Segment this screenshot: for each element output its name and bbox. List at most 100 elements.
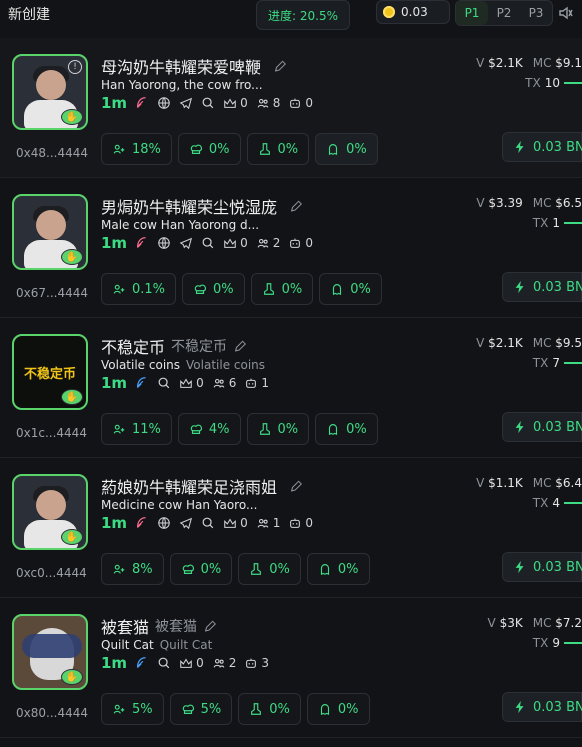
metric-value: 0% [269, 701, 290, 717]
globe-icon[interactable] [157, 96, 171, 110]
telegram-icon[interactable] [179, 96, 193, 110]
token-name[interactable]: 男焗奶牛韩耀荣尘悦湿庞 [101, 194, 277, 218]
telegram-icon[interactable] [179, 236, 193, 250]
globe-icon[interactable] [157, 236, 171, 250]
metric-snipers[interactable]: 0% [238, 553, 301, 585]
token-row[interactable]: ✋ 0x67...4444 男焗奶牛韩耀荣尘悦湿庞 Male cow Han Y… [0, 178, 582, 318]
token-desc: Male cow Han Yaorong d... [101, 218, 260, 232]
token-row[interactable]: ! ✋ 0x48...4444 母沟奶牛韩耀荣爱啤鞭 Han Yaorong, … [0, 38, 582, 178]
edit-icon[interactable] [289, 479, 303, 493]
feather-icon[interactable] [135, 236, 149, 250]
count-a: 0 [223, 516, 248, 530]
count-a: 0 [179, 656, 204, 670]
metric-value: 0% [277, 421, 299, 437]
quick-buy-button[interactable]: 0.03 BNB [502, 412, 582, 442]
metric-snipers[interactable]: 0% [246, 413, 310, 445]
metric-dev[interactable]: 0% [169, 553, 233, 585]
telegram-icon[interactable] [179, 516, 193, 530]
search-icon[interactable] [157, 656, 171, 670]
metric-dev[interactable]: 5% [169, 693, 233, 725]
balance-pill[interactable]: 0.03 [376, 0, 450, 24]
token-name[interactable]: 葯娘奶牛韩耀荣足浇雨姐 [101, 474, 277, 498]
metric-snipers[interactable]: 0% [246, 133, 310, 165]
metric-bundle[interactable]: 0% [315, 413, 378, 445]
page-tab-p1[interactable]: P1 [456, 1, 488, 25]
metric-bundle[interactable]: 0% [306, 693, 370, 725]
feather-icon[interactable] [135, 376, 149, 390]
globe-icon[interactable] [157, 516, 171, 530]
metric-holders[interactable]: 11% [101, 413, 172, 445]
holders-icon [112, 282, 126, 296]
token-avatar[interactable]: ✋ [12, 474, 88, 550]
metric-holders[interactable]: 18% [101, 133, 172, 165]
token-name[interactable]: 被套猫 [101, 614, 149, 638]
token-avatar[interactable]: ✋ [12, 194, 88, 270]
search-icon[interactable] [157, 376, 171, 390]
token-name[interactable]: 母沟奶牛韩耀荣爱啤鞭 [101, 54, 261, 78]
token-avatar[interactable]: ✋ [12, 614, 88, 690]
metric-dev[interactable]: 0% [182, 273, 245, 305]
token-name[interactable]: 不稳定币 [101, 334, 165, 358]
progress-pill[interactable]: 进度: 20.5% [256, 0, 350, 30]
edit-icon[interactable] [289, 199, 303, 213]
token-address[interactable]: 0xc0...4444 [16, 566, 87, 580]
metric-value: 0% [269, 561, 290, 577]
token-row[interactable]: ✋ 0x80...4444 被套猫 被套猫 Quilt Cat Quilt Ca… [0, 598, 582, 738]
token-metrics: 0.1% 0% 0% 0% [101, 273, 382, 305]
metric-snipers[interactable]: 0% [238, 693, 301, 725]
users-icon [256, 96, 270, 110]
token-row[interactable]: ✋ 0xc0...4444 葯娘奶牛韩耀荣足浇雨姐 Medicine cow H… [0, 458, 582, 598]
quick-buy-button[interactable]: 0.03 BNB [502, 132, 582, 162]
count-b: 2 [212, 656, 236, 670]
bolt-icon [513, 560, 527, 574]
hand-icon: ✋ [61, 669, 83, 685]
count-a-value: 0 [240, 96, 248, 110]
metric-value: 18% [132, 141, 161, 157]
token-address[interactable]: 0x1c...4444 [16, 426, 87, 440]
token-stats: V $3K MC $7.2 TX 9 [476, 616, 582, 650]
feather-icon[interactable] [135, 516, 149, 530]
feather-icon[interactable] [135, 656, 149, 670]
token-age: 1m [101, 234, 128, 252]
mute-icon[interactable] [558, 5, 574, 21]
page-tab-p3[interactable]: P3 [520, 1, 552, 25]
count-b-value: 8 [272, 96, 281, 110]
metric-snipers[interactable]: 0% [250, 273, 314, 305]
quick-buy-button[interactable]: 0.03 BNB [502, 552, 582, 582]
token-address[interactable]: 0x48...4444 [16, 146, 88, 160]
quick-buy-button[interactable]: 0.03 BNB [502, 692, 582, 722]
search-icon[interactable] [201, 96, 215, 110]
metric-holders[interactable]: 8% [101, 553, 164, 585]
boot-icon [262, 282, 276, 296]
token-address[interactable]: 0x67...4444 [16, 286, 88, 300]
token-age: 1m [101, 514, 128, 532]
page-tab-p2[interactable]: P2 [488, 1, 520, 25]
edit-icon[interactable] [233, 339, 247, 353]
boot-icon [249, 562, 263, 576]
feather-icon[interactable] [135, 96, 149, 110]
token-avatar[interactable]: 不稳定币 ✋ [12, 334, 88, 410]
metric-dev[interactable]: 0% [177, 133, 241, 165]
token-avatar[interactable]: ! ✋ [12, 54, 88, 130]
volume-marketcap: V $2.1K MC $9.1 [476, 56, 582, 70]
metric-bundle[interactable]: 0% [306, 553, 370, 585]
metric-holders[interactable]: 0.1% [101, 273, 177, 305]
count-b: 2 [256, 236, 280, 250]
metric-bundle[interactable]: 0% [319, 273, 382, 305]
info-icon[interactable]: ! [68, 60, 82, 74]
token-row[interactable]: 不稳定币 ✋ 0x1c...4444 不稳定币 不稳定币 Volatile co… [0, 318, 582, 458]
bot-icon [244, 376, 258, 390]
hand-icon: ✋ [61, 249, 83, 265]
search-icon[interactable] [201, 236, 215, 250]
metric-bundle[interactable]: 0% [315, 133, 378, 165]
metric-value: 4% [208, 421, 230, 437]
quick-buy-button[interactable]: 0.03 BNB [502, 272, 582, 302]
edit-icon[interactable] [273, 59, 287, 73]
search-icon[interactable] [201, 516, 215, 530]
count-b: 6 [212, 376, 236, 390]
metric-holders[interactable]: 5% [101, 693, 164, 725]
tx-bar [564, 222, 582, 224]
edit-icon[interactable] [203, 619, 217, 633]
token-address[interactable]: 0x80...4444 [16, 706, 88, 720]
metric-dev[interactable]: 4% [177, 413, 241, 445]
